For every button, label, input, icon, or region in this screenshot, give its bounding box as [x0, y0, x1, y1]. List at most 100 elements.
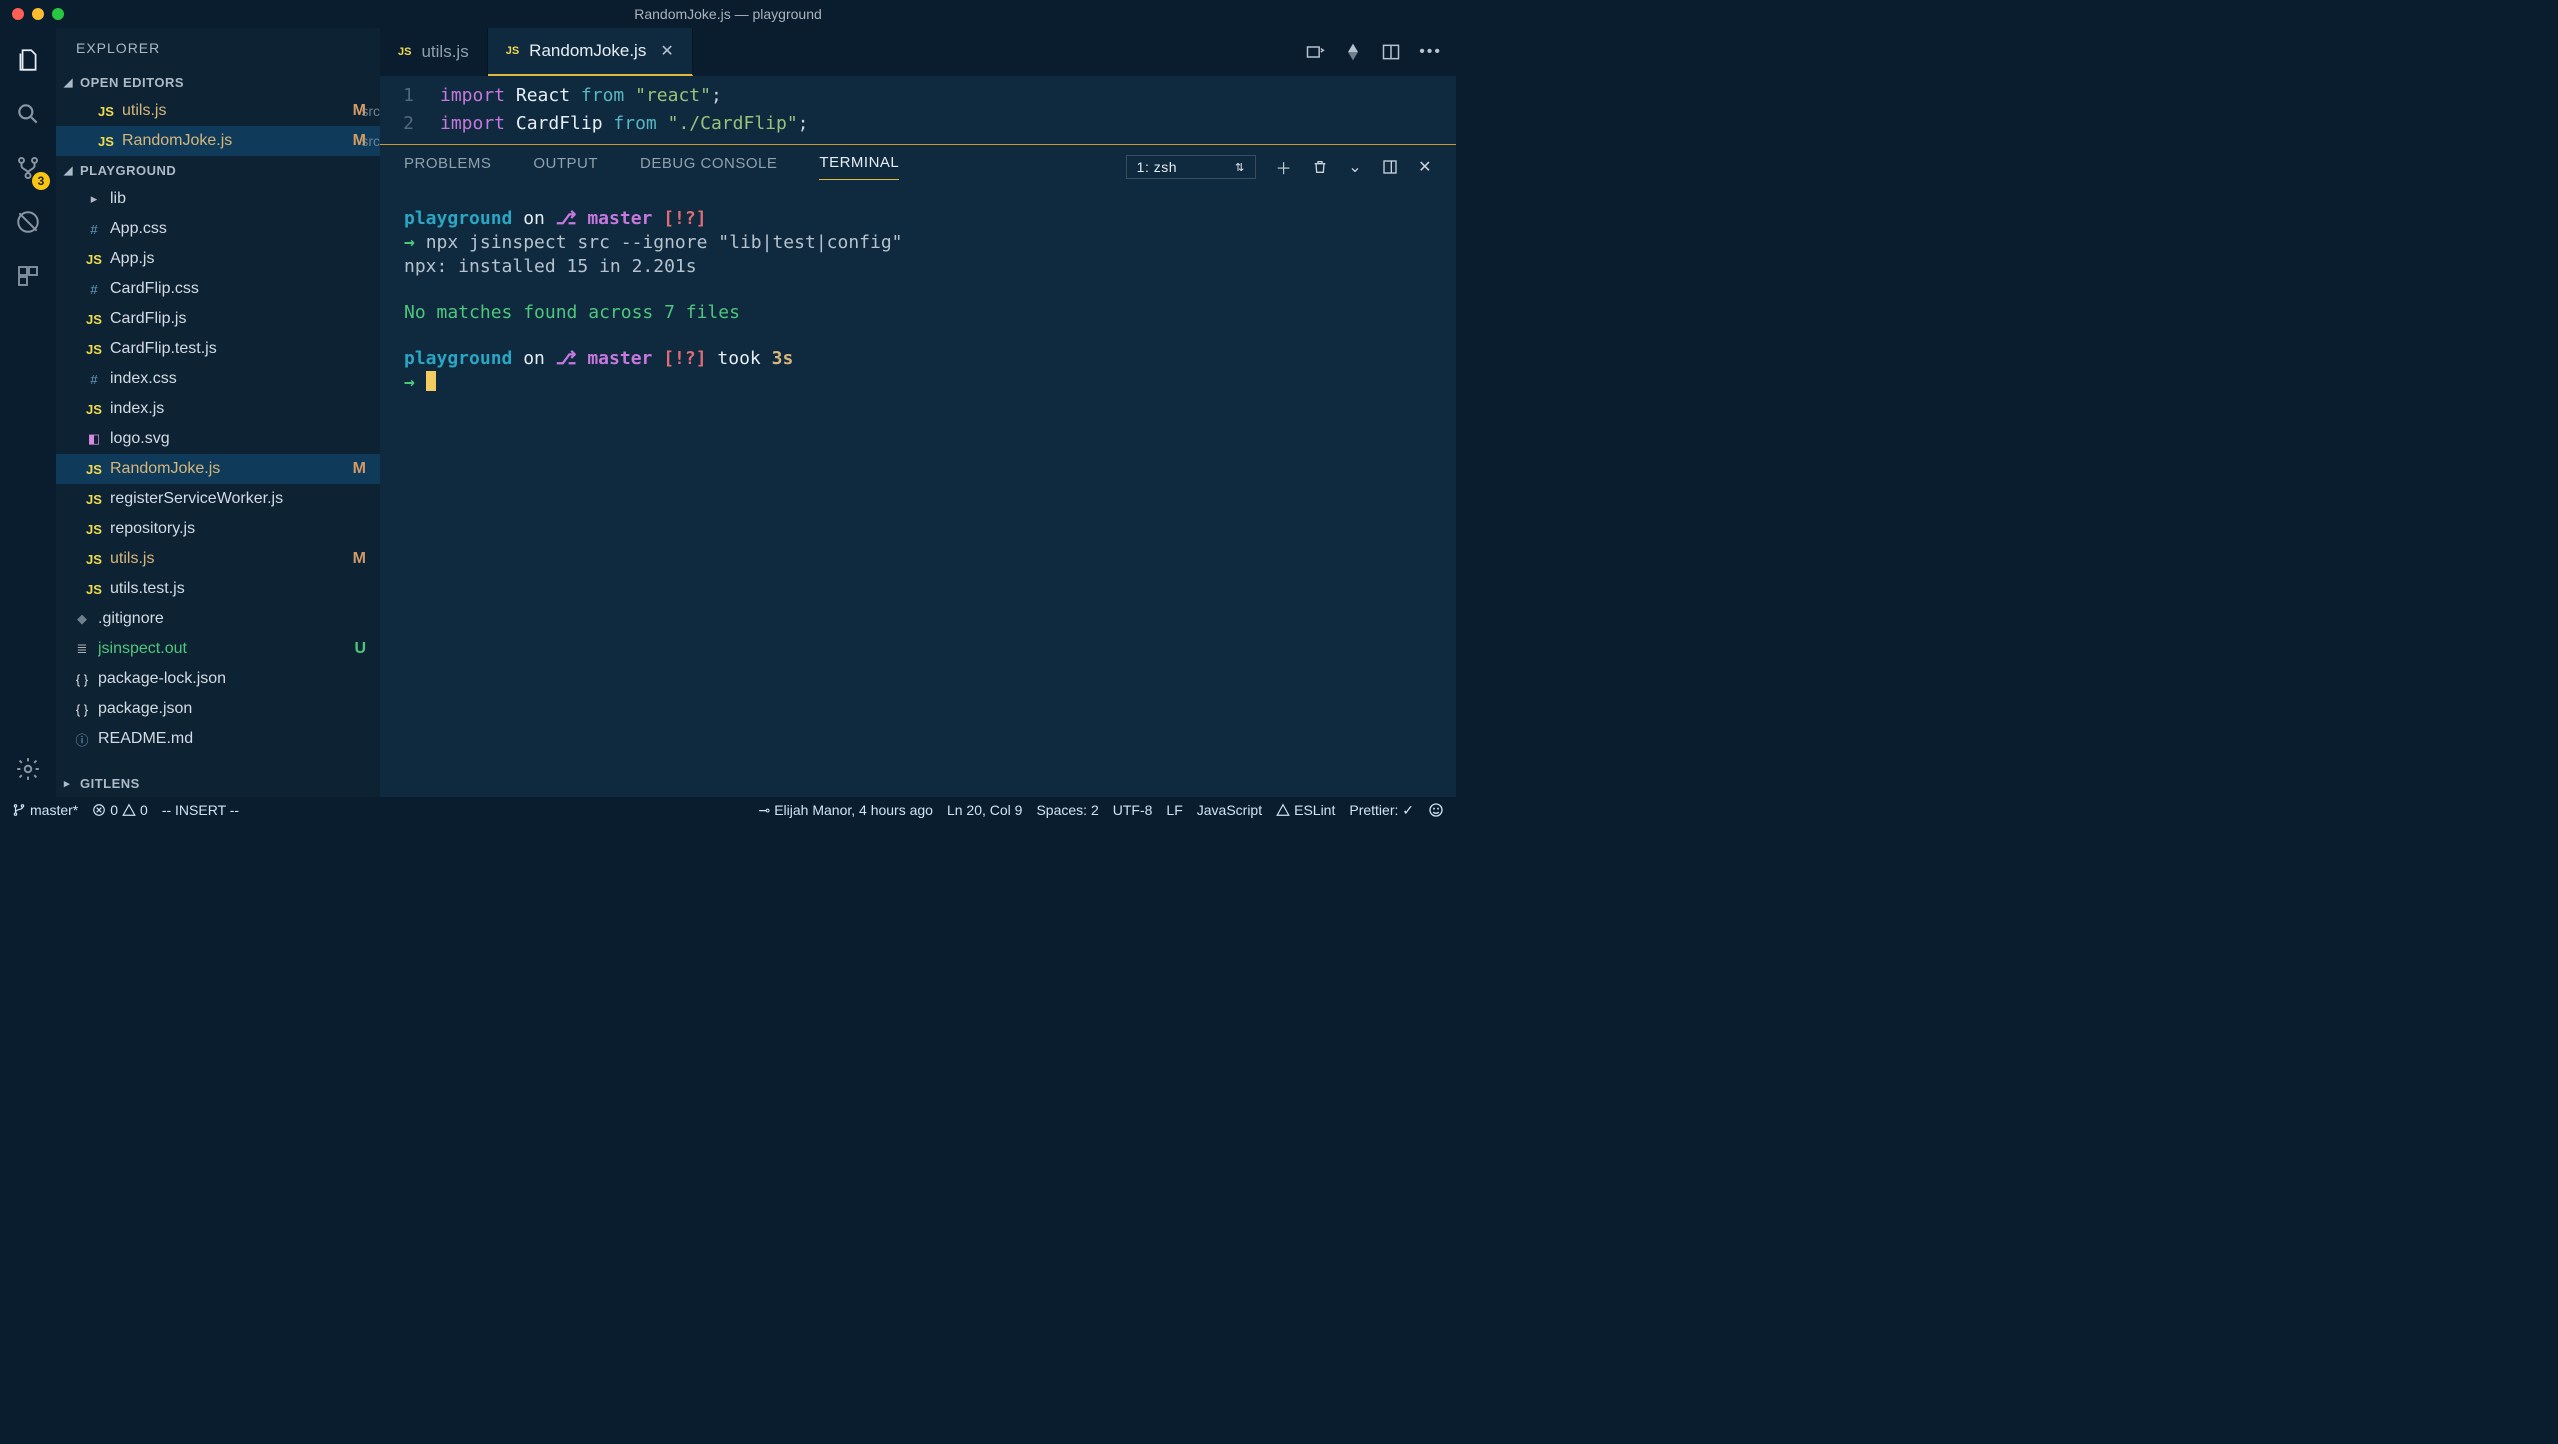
file-name: utils.js [110, 550, 380, 568]
maximize-window-button[interactable] [52, 8, 64, 20]
file-name: utils.js [122, 102, 353, 120]
sb-cursor-position[interactable]: Ln 20, Col 9 [947, 802, 1023, 818]
file-name: App.css [110, 220, 380, 238]
chevron-right-icon: ▸ [84, 191, 104, 207]
term-output: No matches found across 7 files [404, 301, 1432, 325]
open-editor-item[interactable]: JS utils.js src M [56, 96, 380, 126]
diff-icon[interactable] [1343, 42, 1363, 62]
settings-gear-icon[interactable] [14, 755, 42, 783]
sb-feedback-icon[interactable] [1428, 802, 1444, 818]
chevron-down-icon[interactable]: ⌄ [1348, 157, 1362, 177]
folder-item[interactable]: ▸lib [56, 184, 380, 214]
sb-language[interactable]: JavaScript [1197, 802, 1262, 818]
css-file-icon: # [84, 282, 104, 297]
debug-icon[interactable] [14, 208, 42, 236]
panel-tabs: PROBLEMS OUTPUT DEBUG CONSOLE TERMINAL 1… [380, 145, 1456, 189]
js-file-icon: JS [96, 134, 116, 149]
file-name: RandomJoke.js [110, 460, 380, 478]
minimize-window-button[interactable] [32, 8, 44, 20]
ignore-file-icon: ◆ [72, 611, 92, 627]
sb-indentation[interactable]: Spaces: 2 [1036, 802, 1098, 818]
panel-tab-terminal[interactable]: TERMINAL [819, 154, 899, 180]
new-terminal-icon[interactable]: ＋ [1276, 155, 1293, 179]
file-item[interactable]: #CardFlip.css [56, 274, 380, 304]
maximize-panel-icon[interactable] [1382, 159, 1398, 175]
file-item[interactable]: JSindex.js [56, 394, 380, 424]
panel-tab-debug-console[interactable]: DEBUG CONSOLE [640, 155, 777, 180]
file-item[interactable]: JSutils.test.js [56, 574, 380, 604]
commit-icon: ⊸ [758, 802, 770, 819]
file-item[interactable]: #App.css [56, 214, 380, 244]
sb-prettier[interactable]: Prettier: ✓ [1349, 802, 1414, 819]
file-item[interactable]: JSutils.jsM [56, 544, 380, 574]
file-item[interactable]: JSregisterServiceWorker.js [56, 484, 380, 514]
section-open-editors[interactable]: ◢ OPEN EDITORS [56, 68, 380, 96]
file-item[interactable]: JSrepository.js [56, 514, 380, 544]
activity-bar: 3 [0, 28, 56, 797]
close-panel-icon[interactable]: ✕ [1418, 157, 1432, 177]
kill-terminal-icon[interactable] [1312, 158, 1328, 176]
window-title: RandomJoke.js — playground [634, 6, 822, 22]
split-editor-icon[interactable] [1381, 42, 1401, 62]
file-name: index.css [110, 370, 380, 388]
bottom-panel: PROBLEMS OUTPUT DEBUG CONSOLE TERMINAL 1… [380, 145, 1456, 797]
section-label: OPEN EDITORS [80, 75, 184, 90]
more-icon[interactable]: ••• [1419, 43, 1442, 61]
file-item[interactable]: # index.css [56, 364, 380, 394]
terminal[interactable]: playground on ⎇ master [!?] → npx jsinsp… [380, 189, 1456, 797]
section-workspace[interactable]: ◢ PLAYGROUND [56, 156, 380, 184]
sb-eol[interactable]: LF [1166, 802, 1182, 818]
source-control-icon[interactable]: 3 [14, 154, 42, 182]
search-icon[interactable] [14, 100, 42, 128]
chevron-down-icon: ◢ [64, 76, 76, 89]
code-editor[interactable]: 1 import React from "react"; 2 import Ca… [380, 76, 1456, 145]
sb-diagnostics[interactable]: 0 0 [92, 802, 148, 818]
tab-utils-js[interactable]: JS utils.js [380, 28, 488, 76]
editor-tab-actions: ••• [1305, 28, 1456, 76]
term-flags: [!?] [663, 348, 706, 369]
js-file-icon: JS [84, 342, 104, 357]
preview-toggle-icon[interactable] [1305, 42, 1325, 62]
extensions-icon[interactable] [14, 262, 42, 290]
css-file-icon: # [84, 372, 104, 387]
file-item[interactable]: JSApp.js [56, 244, 380, 274]
terminal-cursor [426, 371, 436, 391]
js-file-icon: JS [84, 252, 104, 267]
sb-errors: 0 [110, 802, 118, 818]
file-status: M [353, 132, 366, 150]
section-gitlens[interactable]: ▸ GITLENS [56, 769, 380, 797]
tab-randomjoke-js[interactable]: JS RandomJoke.js ✕ [488, 28, 693, 76]
open-editor-item[interactable]: JS RandomJoke.js src M [56, 126, 380, 156]
file-name: RandomJoke.js [122, 132, 353, 150]
file-item[interactable]: JSCardFlip.js [56, 304, 380, 334]
file-name: package-lock.json [98, 670, 380, 688]
file-name: README.md [98, 730, 380, 748]
file-item[interactable]: { }package-lock.json [56, 664, 380, 694]
terminal-selector[interactable]: 1: zsh ⇅ [1126, 155, 1256, 179]
sb-branch[interactable]: master* [12, 802, 78, 818]
sidebar-title: EXPLORER [56, 28, 380, 68]
sb-encoding[interactable]: UTF-8 [1113, 802, 1153, 818]
section-label: PLAYGROUND [80, 163, 176, 178]
panel-tab-output[interactable]: OUTPUT [533, 155, 598, 180]
term-output: npx: installed 15 in 2.201s [404, 255, 1432, 279]
json-file-icon: { } [72, 702, 92, 717]
titlebar: RandomJoke.js — playground [0, 0, 1456, 28]
file-item[interactable]: ⓘREADME.md [56, 724, 380, 754]
file-item[interactable]: ≣jsinspect.outU [56, 634, 380, 664]
sb-eslint[interactable]: ESLint [1276, 802, 1335, 818]
file-item[interactable]: ◆.gitignore [56, 604, 380, 634]
file-status: M [353, 460, 366, 478]
panel-tab-problems[interactable]: PROBLEMS [404, 155, 491, 180]
explorer-icon[interactable] [14, 46, 42, 74]
sb-git-blame[interactable]: ⊸ Elijah Manor, 4 hours ago [758, 802, 933, 819]
close-window-button[interactable] [12, 8, 24, 20]
file-item[interactable]: JSCardFlip.test.js [56, 334, 380, 364]
file-item[interactable]: JSRandomJoke.jsM [56, 454, 380, 484]
file-item[interactable]: { }package.json [56, 694, 380, 724]
file-name: repository.js [110, 520, 380, 538]
file-item[interactable]: ◧logo.svg [56, 424, 380, 454]
close-tab-icon[interactable]: ✕ [660, 41, 673, 61]
branch-icon: ⎇ [556, 208, 577, 229]
file-name: jsinspect.out [98, 640, 380, 658]
